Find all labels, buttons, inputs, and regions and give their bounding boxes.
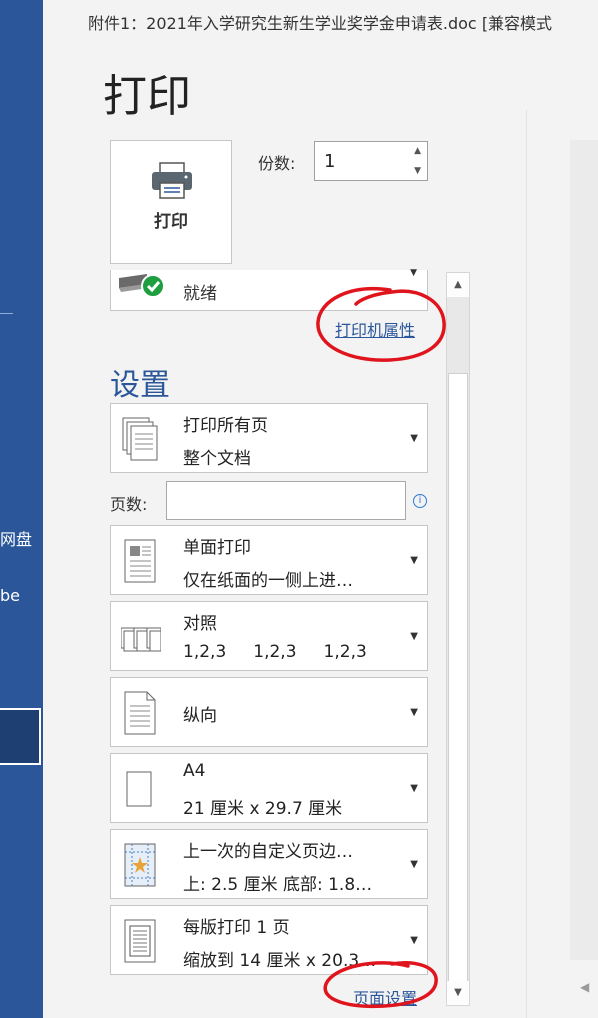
spin-up-icon[interactable]: ▲ — [414, 146, 421, 156]
paper-size-icon — [126, 771, 152, 807]
all-pages-icon — [122, 417, 158, 461]
print-range-dropdown[interactable]: 打印所有页 整个文档 ▼ — [110, 403, 428, 473]
scroll-up-arrow[interactable]: ▲ — [447, 273, 469, 297]
print-button-label: 打印 — [154, 212, 188, 232]
info-icon[interactable]: i — [413, 494, 427, 508]
print-range-detail: 整个文档 — [183, 449, 251, 469]
single-sided-icon — [124, 539, 156, 583]
collate-title: 对照 — [183, 614, 217, 634]
nav-item-netdisk[interactable]: 网盘 — [0, 526, 32, 550]
collate-dropdown[interactable]: 对照 1,2,3 1,2,3 1,2,3 ▼ — [110, 601, 428, 671]
page-setup-link[interactable]: 页面设置 — [353, 985, 417, 1009]
chevron-down-icon[interactable]: ▼ — [410, 783, 418, 794]
document-title: 附件1：2021年入学研究生新生学业奖学金申请表.doc [兼容模式 — [88, 14, 553, 33]
paper-size-detail: 21 厘米 x 29.7 厘米 — [183, 799, 343, 819]
chevron-down-icon[interactable]: ▼ — [410, 433, 418, 444]
backstage-nav — [0, 0, 43, 1018]
pages-label: 页数: — [110, 495, 148, 514]
sides-dropdown[interactable]: 单面打印 仅在纸面的一侧上进… ▼ — [110, 525, 428, 595]
chevron-down-icon[interactable]: ▼ — [410, 555, 418, 566]
chevron-down-icon[interactable]: ▼ — [410, 268, 417, 278]
settings-heading: 设置 — [110, 368, 170, 403]
paper-size-dropdown[interactable]: A4 21 厘米 x 29.7 厘米 ▼ — [110, 753, 428, 823]
sides-title: 单面打印 — [183, 538, 251, 558]
copies-label: 份数: — [258, 154, 296, 173]
pages-per-sheet-title: 每版打印 1 页 — [183, 918, 290, 938]
collate-detail: 1,2,3 1,2,3 1,2,3 — [183, 642, 367, 662]
print-button[interactable]: 打印 — [110, 140, 232, 264]
nav-item-selected[interactable] — [0, 708, 41, 765]
collate-icon — [121, 627, 161, 652]
sides-detail: 仅在纸面的一侧上进… — [183, 571, 353, 591]
check-circle-icon — [141, 274, 165, 298]
preview-prev-page-icon[interactable]: ◀ — [580, 980, 589, 994]
printer-device-icon — [119, 274, 165, 298]
margins-dropdown[interactable]: 上一次的自定义页边… 上: 2.5 厘米 底部: 1.8… ▼ — [110, 829, 428, 899]
paper-size-title: A4 — [183, 761, 206, 781]
settings-scrollbar[interactable]: ▲ ▼ — [446, 272, 470, 1006]
copies-value[interactable]: 1 — [324, 151, 335, 172]
pane-divider — [526, 110, 527, 1018]
portrait-icon — [124, 691, 156, 735]
pages-per-sheet-detail: 缩放到 14 厘米 x 20.3… — [183, 951, 377, 971]
spin-down-icon[interactable]: ▼ — [414, 166, 421, 176]
margins-icon — [124, 843, 156, 887]
chevron-down-icon[interactable]: ▼ — [410, 935, 418, 946]
print-preview — [570, 140, 598, 960]
margins-title: 上一次的自定义页边… — [183, 842, 353, 862]
nav-item-be[interactable]: be — [0, 586, 20, 605]
page-title: 打印 — [103, 71, 191, 122]
chevron-down-icon[interactable]: ▼ — [410, 859, 418, 870]
scroll-thumb[interactable] — [448, 373, 468, 993]
margins-detail: 上: 2.5 厘米 底部: 1.8… — [183, 875, 373, 895]
chevron-down-icon[interactable]: ▼ — [410, 707, 418, 718]
scroll-down-arrow[interactable]: ▼ — [447, 981, 469, 1005]
chevron-down-icon[interactable]: ▼ — [410, 631, 418, 642]
print-range-title: 打印所有页 — [183, 416, 268, 436]
printer-dropdown[interactable]: 就绪 ▼ — [110, 268, 428, 311]
copies-spinner[interactable]: 1 ▲ ▼ — [314, 141, 428, 181]
pages-per-sheet-icon — [124, 919, 156, 963]
pages-per-sheet-dropdown[interactable]: 每版打印 1 页 缩放到 14 厘米 x 20.3… ▼ — [110, 905, 428, 975]
pages-input[interactable] — [166, 481, 406, 520]
printer-icon — [152, 162, 192, 199]
orientation-dropdown[interactable]: 纵向 ▼ — [110, 677, 428, 747]
nav-divider — [0, 313, 13, 314]
orientation-label: 纵向 — [183, 706, 217, 726]
printer-status: 就绪 — [183, 284, 217, 304]
printer-properties-link[interactable]: 打印机属性 — [335, 317, 415, 341]
